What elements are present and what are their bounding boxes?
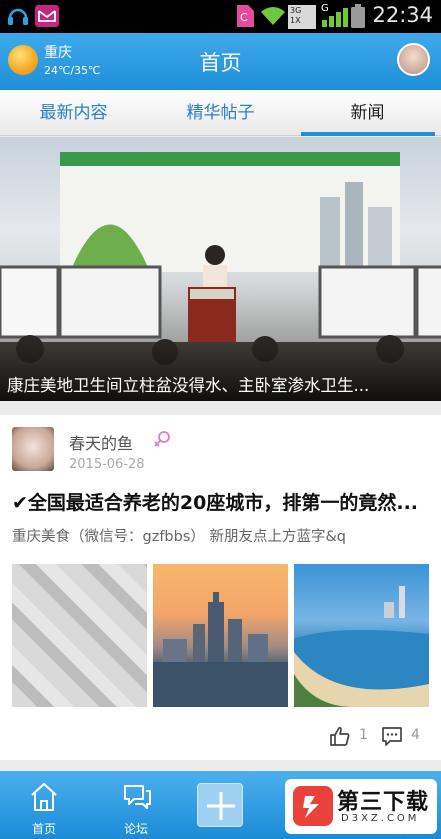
user-avatar[interactable] (397, 43, 430, 76)
network-3g-1x-icon: 3G 1X (288, 5, 316, 29)
tab-news[interactable]: 新闻 (294, 90, 441, 136)
signal-icon (322, 8, 348, 27)
chat-bubble-icon (124, 785, 151, 809)
d3xz-watermark: 第三下载 D3XZ.COM (285, 779, 437, 834)
post-actions: 1 4 (329, 725, 429, 747)
female-icon (154, 431, 170, 447)
watermark-subtitle: D3XZ.COM (341, 813, 420, 824)
comment-icon[interactable] (381, 725, 403, 747)
network-1x-label: 1X (290, 16, 301, 25)
nav-home-label: 首页 (31, 822, 56, 836)
post-image-2[interactable] (153, 564, 288, 707)
banner-caption[interactable]: 康庄美地卫生间立柱盆没得水、主卧室渗水卫生... (7, 372, 437, 396)
post-title[interactable]: ✔全国最适合养老的20座城市，排第一的竟然... (12, 488, 432, 515)
add-post-button[interactable] (197, 783, 243, 827)
city-skyline-image (153, 592, 288, 707)
wifi-icon (261, 7, 285, 25)
post-excerpt: 重庆美食（微信号：gzfbbs） 新朋友点上方蓝字&q (12, 529, 347, 545)
post-card[interactable]: 春天的鱼 2015-06-28 ✔全国最适合养老的20座城市，排第一的竟然...… (0, 415, 441, 760)
notification-c-icon: C (237, 5, 254, 27)
tab-latest[interactable]: 最新内容 (0, 90, 147, 136)
author-avatar[interactable] (12, 427, 54, 471)
news-banner[interactable]: 康庄美地卫生间立柱盆没得水、主卧室渗水卫生... (0, 137, 441, 401)
headset-icon (8, 8, 28, 25)
thumbs-up-icon[interactable] (329, 725, 351, 747)
nav-forum[interactable]: 论坛 (92, 771, 180, 839)
d3xz-logo-icon (293, 786, 333, 826)
watermark-title: 第三下载 (337, 790, 430, 815)
author-name[interactable]: 春天的鱼 (69, 430, 133, 454)
tab-active-indicator (301, 132, 435, 136)
plus-icon (207, 792, 235, 820)
beach-image (294, 586, 429, 707)
network-3g-label: 3G (290, 6, 302, 15)
clock: 22:34 (372, 3, 433, 27)
post-image-1[interactable] (12, 564, 147, 707)
app-header: 重庆 24℃/35℃ 首页 (0, 33, 441, 90)
tab-bar: 最新内容 精华帖子 新闻 (0, 90, 441, 136)
tab-featured[interactable]: 精华帖子 (147, 90, 294, 136)
like-count: 1 (359, 727, 368, 743)
battery-icon (351, 4, 365, 28)
svg-text:C: C (240, 11, 248, 24)
post-image-3[interactable] (294, 564, 429, 707)
nav-home[interactable]: 首页 (0, 771, 88, 839)
comment-count: 4 (411, 727, 420, 743)
page-title: 首页 (199, 51, 242, 75)
mail-icon (35, 5, 59, 27)
home-icon (31, 783, 57, 811)
status-bar: C 3G 1X G 22:34 (0, 0, 441, 33)
post-date: 2015-06-28 (69, 457, 145, 472)
nav-forum-label: 论坛 (123, 822, 148, 836)
